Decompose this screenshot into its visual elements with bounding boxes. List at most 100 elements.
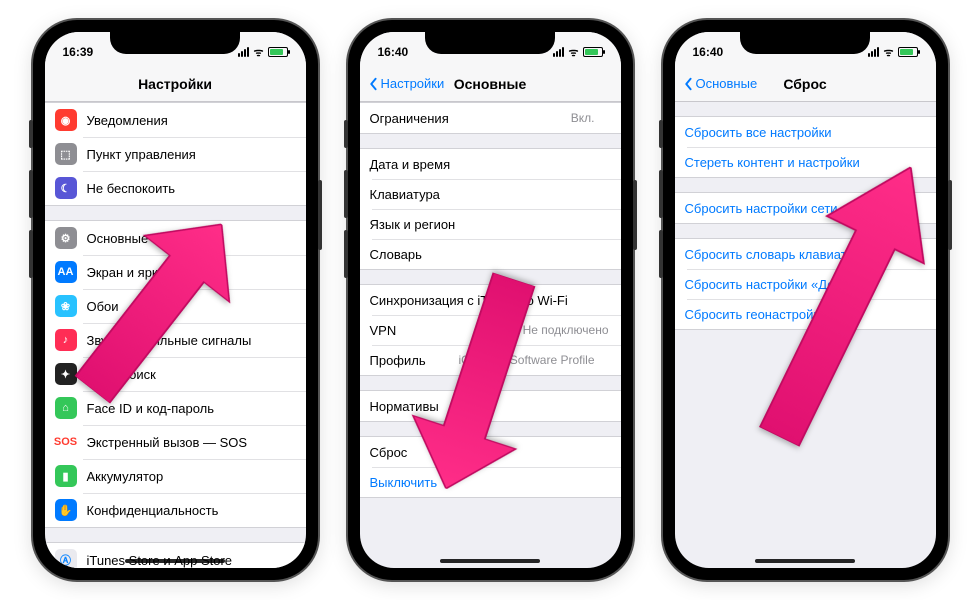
settings-group: ◉Уведомления⬚Пункт управления☾Не беспоко… — [45, 102, 306, 206]
settings-group: СбросВыключить — [360, 436, 621, 498]
notch — [425, 32, 555, 54]
row-label: Face ID и код-пароль — [87, 401, 280, 416]
home-indicator[interactable] — [125, 559, 225, 563]
nav-title: Сброс — [783, 76, 826, 92]
app-icon: Ⓐ — [55, 549, 77, 568]
settings-row[interactable]: Сбросить геонастройки — [675, 299, 936, 329]
signal-icon — [553, 47, 564, 57]
row-label: Сбросить словарь клавиатуры — [685, 247, 924, 262]
screen: 16:39ᯤНастройки◉Уведомления⬚Пункт управл… — [45, 32, 306, 568]
settings-row[interactable]: Сбросить все настройки — [675, 117, 936, 147]
settings-group: ОграниченияВкл. — [360, 102, 621, 134]
status-indicators: ᯤ — [868, 45, 917, 60]
notch — [740, 32, 870, 54]
row-detail: Вкл. — [571, 111, 595, 125]
nav-bar: Основные Сброс — [675, 66, 936, 102]
row-label: Экран и яркость — [87, 265, 280, 280]
row-label: Сбросить настройки сети — [685, 201, 924, 216]
battery-icon — [583, 47, 603, 57]
signal-icon — [868, 47, 879, 57]
status-time: 16:40 — [693, 45, 724, 59]
row-label: Siri и Поиск — [87, 367, 280, 382]
back-label: Настройки — [381, 76, 445, 91]
app-icon: SOS — [55, 431, 77, 453]
settings-row[interactable]: ⒶiTunes Store и App Store — [45, 543, 306, 568]
settings-row[interactable]: ⚙ Основные — [45, 221, 306, 255]
settings-row[interactable]: Выключить — [360, 467, 621, 497]
app-icon: AA — [55, 261, 77, 283]
home-indicator[interactable] — [755, 559, 855, 563]
settings-row[interactable]: AA Экран и яркость — [45, 255, 306, 289]
app-icon: ◉ — [55, 109, 77, 131]
app-icon: ❀ — [55, 295, 77, 317]
settings-row[interactable]: Дата и время — [360, 149, 621, 179]
row-label: Сбросить все настройки — [685, 125, 924, 140]
content-area[interactable]: ОграниченияВкл. Дата и время Клавиатура Язы… — [360, 102, 621, 568]
settings-row[interactable]: ⌂Face ID и код-пароль — [45, 391, 306, 425]
settings-group: Сбросить словарь клавиатуры Сбросить наст… — [675, 238, 936, 330]
settings-row[interactable]: Профиль iOS Beta Software Profile — [360, 345, 621, 375]
back-button[interactable]: Основные — [681, 66, 758, 101]
settings-row[interactable]: Сбросить настройки «Домой» — [675, 269, 936, 299]
settings-row[interactable]: Клавиатура — [360, 179, 621, 209]
app-icon: ⚙ — [55, 227, 77, 249]
app-icon: ☾ — [55, 177, 77, 199]
settings-row[interactable]: Словарь — [360, 239, 621, 269]
row-label: Язык и регион — [370, 217, 595, 232]
settings-row[interactable]: ✋Конфиденциальность — [45, 493, 306, 527]
row-label: Сбросить настройки «Домой» — [685, 277, 924, 292]
battery-icon — [898, 47, 918, 57]
settings-group: Сбросить все настройки Стереть контент и … — [675, 116, 936, 178]
row-label: Нормативы — [370, 399, 595, 414]
app-icon: ▮ — [55, 465, 77, 487]
row-label: Звуки, тактильные сигналы — [87, 333, 280, 348]
row-label: Основные — [87, 231, 280, 246]
settings-row[interactable]: ОграниченияВкл. — [360, 103, 621, 133]
settings-row[interactable]: Язык и регион — [360, 209, 621, 239]
row-label: Экстренный вызов — SOS — [87, 435, 280, 450]
settings-row[interactable]: Нормативы — [360, 391, 621, 421]
content-area[interactable]: ◉Уведомления⬚Пункт управления☾Не беспоко… — [45, 102, 306, 568]
status-time: 16:39 — [63, 45, 94, 59]
row-label: Профиль — [370, 353, 449, 368]
row-label: Конфиденциальность — [87, 503, 280, 518]
phone-mockup: 16:40 ᯤ Основные Сброс Сбросить все настройк… — [663, 20, 948, 580]
row-label: Сбросить геонастройки — [685, 307, 924, 322]
settings-row[interactable]: Синхронизация с iTunes по Wi-Fi — [360, 285, 621, 315]
settings-row[interactable]: Стереть контент и настройки — [675, 147, 936, 177]
settings-group: Нормативы — [360, 390, 621, 422]
home-indicator[interactable] — [440, 559, 540, 563]
app-icon: ✦ — [55, 363, 77, 385]
wifi-icon: ᯤ — [883, 45, 893, 60]
settings-row[interactable]: ▮Аккумулятор — [45, 459, 306, 493]
phone-mockup: 16:40 ᯤ НастройкиОсновныеОграниченияВкл. Да… — [348, 20, 633, 580]
nav-title: Настройки — [138, 76, 212, 92]
back-button[interactable]: Настройки — [366, 66, 445, 101]
settings-row[interactable]: Сброс — [360, 437, 621, 467]
settings-row[interactable]: ❀Обои — [45, 289, 306, 323]
settings-group: Сбросить настройки сети — [675, 192, 936, 224]
content-area[interactable]: Сбросить все настройки Стереть контент и … — [675, 102, 936, 568]
nav-bar: Настройки — [45, 66, 306, 102]
settings-row[interactable]: ◉Уведомления — [45, 103, 306, 137]
settings-row[interactable]: Сбросить словарь клавиатуры — [675, 239, 936, 269]
status-time: 16:40 — [378, 45, 409, 59]
row-label: Словарь — [370, 247, 595, 262]
settings-row[interactable]: Сбросить настройки сети — [675, 193, 936, 223]
row-detail: iOS Beta Software Profile — [458, 353, 594, 367]
settings-row[interactable]: ♪Звуки, тактильные сигналы — [45, 323, 306, 357]
settings-row[interactable]: SOS Экстренный вызов — SOS — [45, 425, 306, 459]
row-label: Синхронизация с iTunes по Wi-Fi — [370, 293, 595, 308]
settings-row[interactable]: VPNНе подключено — [360, 315, 621, 345]
wifi-icon: ᯤ — [568, 45, 578, 60]
settings-group: ⒶiTunes Store и App Store▭Wallet и Apple… — [45, 542, 306, 568]
phone-mockup: 16:39ᯤНастройки◉Уведомления⬚Пункт управл… — [33, 20, 318, 580]
row-label: Дата и время — [370, 157, 595, 172]
settings-group: ⚙ Основные AA Экран и яркость ❀Обои♪Звуки, т… — [45, 220, 306, 528]
settings-row[interactable]: ☾Не беспокоить — [45, 171, 306, 205]
settings-row[interactable]: ✦ Siri и Поиск — [45, 357, 306, 391]
app-icon: ⬚ — [55, 143, 77, 165]
settings-row[interactable]: ⬚Пункт управления — [45, 137, 306, 171]
signal-icon — [238, 47, 249, 57]
nav-bar: НастройкиОсновные — [360, 66, 621, 102]
